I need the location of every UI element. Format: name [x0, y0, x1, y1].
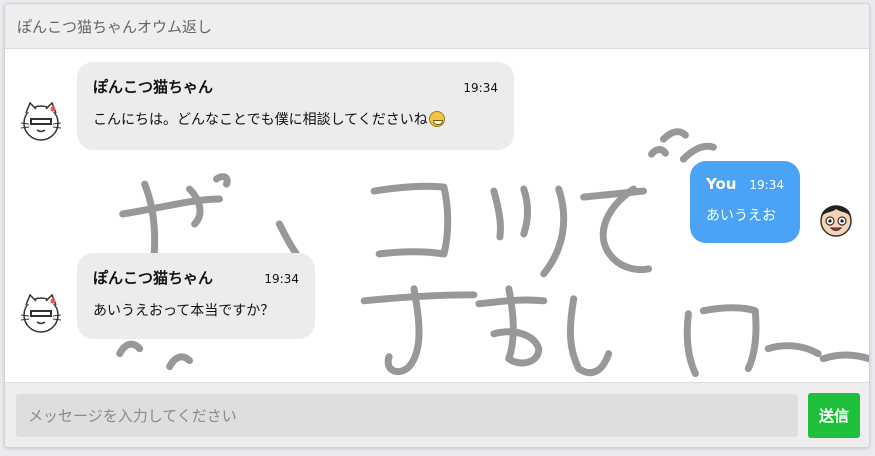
bot-message-bubble: ぽんこつ猫ちゃん 19:34 あいうえおって本当ですか？: [77, 253, 315, 339]
message-time: 19:34: [264, 272, 299, 286]
sender-name: ぽんこつ猫ちゃん: [93, 269, 214, 287]
message-text: こんにちは。どんなことでも僕に相談してくださいね: [93, 112, 428, 128]
message-time: 19:34: [749, 178, 784, 192]
message-text: あいうえお: [706, 208, 776, 224]
grinning-face-emoji-icon: [428, 111, 445, 127]
chat-header: ぽんこつ猫ちゃんオウム返し: [5, 4, 869, 49]
sender-name: You: [706, 175, 737, 193]
chat-window: ぽんこつ猫ちゃんオウム返し ぽんこつ猫ちゃん 19:34 こんにちは。どんなこと…: [4, 3, 870, 448]
chat-messages-area[interactable]: ぽんこつ猫ちゃん 19:34 こんにちは。どんなことでも僕に相談してくださいね …: [5, 49, 869, 382]
boy-avatar-icon: [812, 195, 860, 243]
message-text: あいうえおって本当ですか？: [93, 303, 275, 319]
bot-message-bubble: ぽんこつ猫ちゃん 19:34 こんにちは。どんなことでも僕に相談してくださいね: [77, 62, 514, 150]
cat-avatar-icon: [17, 97, 65, 145]
cat-avatar-icon: [17, 289, 65, 337]
sender-name: ぽんこつ猫ちゃん: [93, 78, 214, 96]
composer-bar: 送信: [5, 382, 869, 447]
page-title: ぽんこつ猫ちゃんオウム返し: [17, 18, 213, 36]
message-time: 19:34: [463, 81, 498, 95]
message-input[interactable]: [16, 394, 798, 437]
user-message-bubble: You 19:34 あいうえお: [690, 161, 800, 243]
send-button[interactable]: 送信: [808, 393, 860, 438]
